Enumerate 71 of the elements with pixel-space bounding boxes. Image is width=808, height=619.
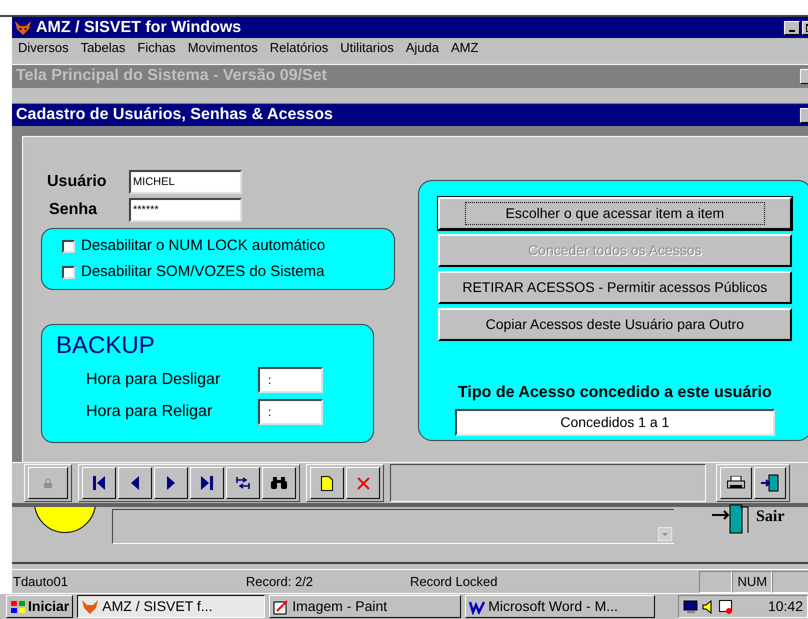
menu-item[interactable]: Ajuda [406,38,440,58]
last-record-button[interactable] [190,467,224,500]
access-button[interactable]: Escolher o que acessar item a item [438,197,792,230]
menu-item[interactable]: Fichas [137,38,176,58]
binoculars-icon [271,477,287,490]
fox-logo-icon [81,598,100,614]
field-label: Hora para Religar [86,402,214,422]
taskbar-button[interactable]: Imagem - Paint [269,595,462,618]
status-text: Record: 2/2 [246,572,314,591]
exit-label: Sair [756,506,784,527]
previous-record-button[interactable] [118,467,152,500]
access-button[interactable]: Copiar Acessos deste Usuário para Outro [438,308,792,342]
previous-icon [131,476,139,490]
status-text: Tdauto01 [12,572,69,591]
menu-item[interactable]: Utilitarios [340,38,394,58]
menu-item[interactable]: Diversos [18,38,69,58]
new-record-button[interactable] [310,467,344,500]
monitor-icon[interactable] [683,600,699,614]
access-type-field: Concedidos 1 a 1 [454,409,775,436]
menu-item[interactable]: Movimentos [188,38,258,58]
printer-icon [727,476,745,490]
field-label: Hora para Desligar [86,370,222,390]
time-field[interactable]: : [258,367,323,394]
padlock-icon [44,478,52,488]
calendar-icon[interactable] [719,600,733,614]
window-title: AMZ / SISVET for Windows [36,18,242,38]
fox-logo-icon [14,20,32,36]
door-exit-icon [761,474,779,492]
new-page-icon [321,476,333,491]
first-record-button[interactable] [82,467,116,500]
time-field[interactable]: : [258,399,323,426]
clock: 10:42 [768,597,803,616]
field-label: Senha [48,200,98,220]
menu-item[interactable]: Tabelas [80,38,126,58]
first-record-icon [93,476,105,490]
next-record-button[interactable] [154,467,188,500]
dropdown-arrow-icon [658,526,672,541]
password-field[interactable]: ****** [129,198,242,222]
field-label: Usuário [46,172,108,192]
user-field[interactable]: MICHEL [129,170,242,194]
next-icon [167,476,175,490]
taskbar-button[interactable]: AMZ / SISVET f... [77,595,266,618]
backup-heading: BACKUP [56,331,156,362]
taskbar-button[interactable]: Microsoft Word - M... [465,595,656,618]
paint-icon [273,598,290,614]
checkbox[interactable] [62,240,75,254]
print-button[interactable] [720,467,752,500]
dialog-title: Cadastro de Usuários, Senhas & Acessos [16,105,333,126]
search-button[interactable] [262,467,296,500]
swap-arrows-icon [236,476,250,490]
checkbox-label: Desabilitar o NUM LOCK automático [81,236,326,256]
minimize-button[interactable] [784,20,800,34]
menu-item[interactable]: AMZ [451,38,478,58]
exit-button[interactable] [754,467,786,500]
num-lock-indicator: NUM [732,570,772,593]
status-pane [698,570,732,593]
window-title: Tela Principal do Sistema - Versão 09/Set [16,66,327,86]
start-button[interactable]: Iniciar [6,595,74,618]
windows-logo-icon [10,600,26,614]
delete-icon [356,476,370,490]
menu-item[interactable]: Relatórios [270,38,328,58]
last-record-icon [201,476,213,490]
minimize-icon [789,30,795,32]
delete-button[interactable] [346,467,380,500]
word-logo-icon [469,598,486,614]
checkbox[interactable] [62,266,75,279]
checkbox-label: Desabilitar SOM/VOZES do Sistema [81,262,324,282]
access-button[interactable]: RETIRAR ACESSOS - Permitir acessos Públicos [438,271,792,304]
swap-button[interactable] [226,467,260,500]
status-text: Record Locked [410,572,498,591]
access-type-label: Tipo de Acesso concedido a este usuário [458,383,772,404]
